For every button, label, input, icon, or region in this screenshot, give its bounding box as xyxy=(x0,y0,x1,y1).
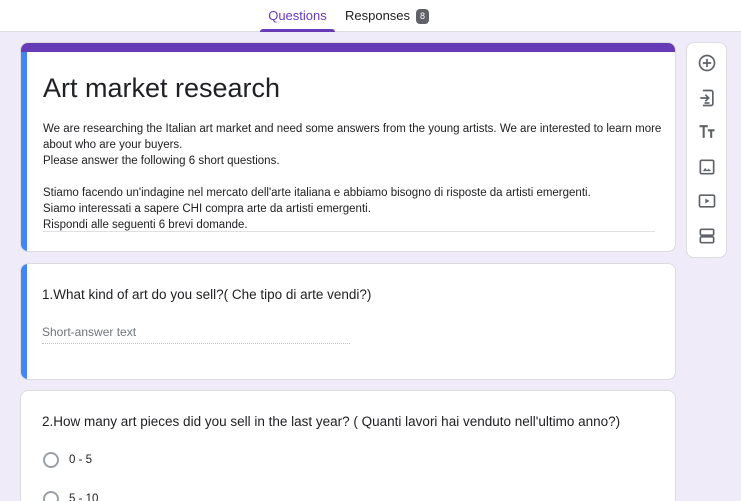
question-title[interactable]: 1.What kind of art do you sell?( Che tip… xyxy=(42,286,371,304)
tab-questions-label: Questions xyxy=(268,8,327,23)
add-section-icon[interactable] xyxy=(696,225,718,247)
add-image-icon[interactable] xyxy=(696,156,718,178)
tab-responses[interactable]: Responses 8 xyxy=(345,0,435,32)
radio-option[interactable]: 0 - 5 xyxy=(43,451,343,471)
form-description[interactable]: We are researching the Italian art marke… xyxy=(43,121,663,233)
form-header-card[interactable]: Art market research We are researching t… xyxy=(20,42,676,252)
question-title[interactable]: 2.How many art pieces did you sell in th… xyxy=(42,413,620,431)
tab-responses-label: Responses xyxy=(345,8,411,23)
selected-card-indicator xyxy=(21,52,27,251)
responses-count-badge: 8 xyxy=(416,9,429,24)
form-title[interactable]: Art market research xyxy=(43,71,280,105)
selected-card-indicator xyxy=(21,264,27,379)
top-tab-bar: Questions Responses 8 xyxy=(0,0,741,32)
radio-button[interactable] xyxy=(43,452,59,468)
question-card-1[interactable]: 1.What kind of art do you sell?( Che tip… xyxy=(20,263,676,380)
option-label: 0 - 5 xyxy=(69,454,93,466)
question-card-2[interactable]: 2.How many art pieces did you sell in th… xyxy=(20,390,676,501)
description-underline xyxy=(43,231,655,232)
header-accent-stripe xyxy=(21,43,675,52)
option-label: 5 - 10 xyxy=(69,493,99,501)
short-answer-field: Short-answer text xyxy=(42,324,350,344)
add-video-icon[interactable] xyxy=(696,190,718,212)
radio-button[interactable] xyxy=(43,491,59,501)
floating-toolbar xyxy=(686,42,727,258)
add-title-icon[interactable] xyxy=(696,121,718,143)
radio-option[interactable]: 5 - 10 xyxy=(43,490,343,501)
import-questions-icon[interactable] xyxy=(696,87,718,109)
tab-active-indicator xyxy=(260,29,335,32)
tab-questions[interactable]: Questions xyxy=(260,0,335,32)
add-question-icon[interactable] xyxy=(696,52,718,74)
